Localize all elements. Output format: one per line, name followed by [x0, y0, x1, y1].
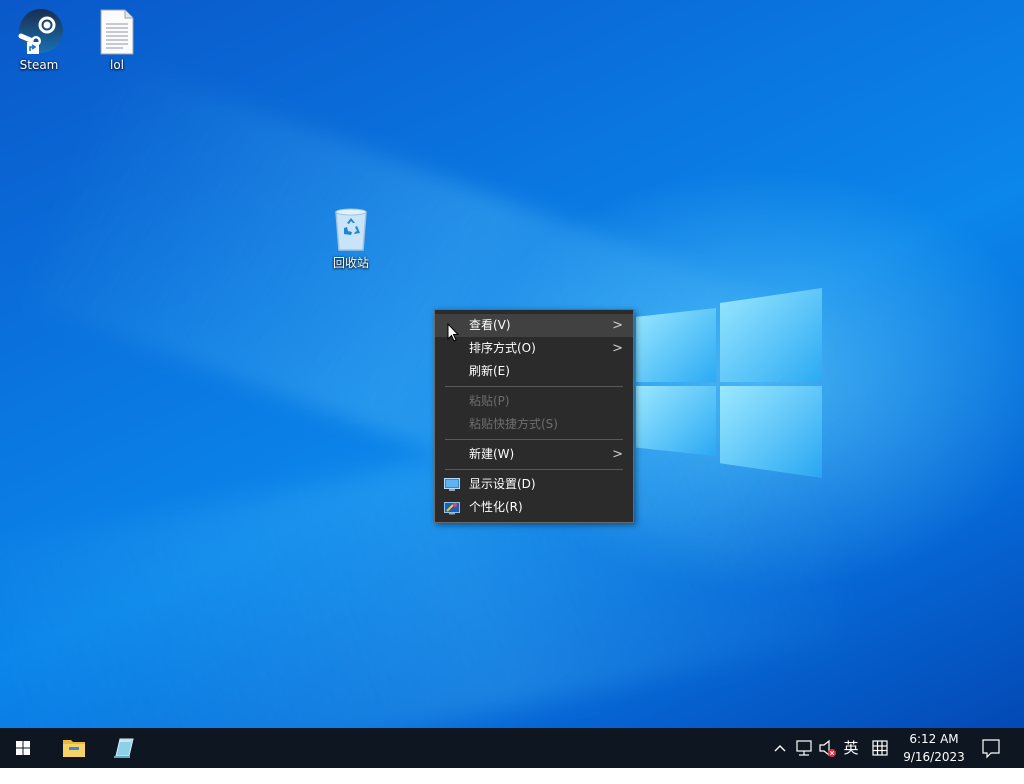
- menu-item-view[interactable]: 查看(V) >: [435, 314, 633, 337]
- recycle-bin-icon: [327, 206, 375, 254]
- desktop-icon-lol[interactable]: lol: [79, 8, 155, 72]
- text-file-icon: [93, 8, 141, 56]
- menu-item-label: 新建(W): [469, 447, 515, 461]
- menu-item-label: 显示设置(D): [469, 477, 536, 491]
- action-center-button[interactable]: [978, 728, 1004, 768]
- taskbar: 英 6:12 AM 9/16/2023: [0, 728, 1024, 768]
- ime-language-button[interactable]: 英: [840, 728, 862, 768]
- menu-item-sort-by[interactable]: 排序方式(O) >: [435, 337, 633, 360]
- menu-item-personalize[interactable]: 个性化(R): [435, 496, 633, 519]
- chevron-up-icon: [774, 745, 786, 752]
- mouse-cursor-icon: [447, 323, 459, 342]
- ime-grid-icon: [872, 740, 888, 756]
- desktop[interactable]: Steam lol 回收站 查看(V) > 排序方式(O) > 刷新(E) 粘贴…: [0, 0, 1024, 728]
- menu-item-new[interactable]: 新建(W) >: [435, 443, 633, 466]
- display-settings-icon: [444, 477, 460, 491]
- ime-mode-button[interactable]: [868, 728, 892, 768]
- taskbar-notepad[interactable]: [100, 728, 146, 768]
- file-explorer-icon: [63, 740, 85, 757]
- menu-item-paste-shortcut: 粘贴快捷方式(S): [435, 413, 633, 436]
- menu-item-label: 排序方式(O): [469, 341, 536, 355]
- menu-separator: [445, 469, 623, 470]
- network-tray-button[interactable]: [792, 728, 816, 768]
- volume-muted-icon: [819, 739, 836, 757]
- menu-separator: [445, 386, 623, 387]
- windows-start-icon: [16, 741, 30, 755]
- clock-date: 9/16/2023: [903, 750, 965, 764]
- desktop-icon-label: lol: [109, 58, 124, 72]
- menu-item-label: 个性化(R): [469, 500, 523, 514]
- show-hidden-icons-button[interactable]: [770, 728, 790, 768]
- taskbar-file-explorer[interactable]: [51, 728, 97, 768]
- clock-time: 6:12 AM: [909, 732, 959, 746]
- desktop-context-menu: 查看(V) > 排序方式(O) > 刷新(E) 粘贴(P) 粘贴快捷方式(S) …: [434, 309, 634, 523]
- menu-item-label: 查看(V): [469, 318, 511, 332]
- menu-item-label: 刷新(E): [469, 364, 510, 378]
- submenu-arrow-icon: >: [612, 447, 623, 462]
- submenu-arrow-icon: >: [612, 341, 623, 356]
- menu-separator: [445, 439, 623, 440]
- notepad-icon: [114, 738, 134, 758]
- menu-item-paste: 粘贴(P): [435, 390, 633, 413]
- menu-item-refresh[interactable]: 刷新(E): [435, 360, 633, 383]
- windows-logo-wallpaper: [636, 288, 826, 480]
- submenu-arrow-icon: >: [612, 318, 623, 333]
- taskbar-clock[interactable]: 6:12 AM 9/16/2023: [892, 730, 976, 766]
- menu-item-display-settings[interactable]: 显示设置(D): [435, 473, 633, 496]
- desktop-icon-label: 回收站: [332, 256, 369, 270]
- personalize-icon: [444, 500, 460, 515]
- start-button[interactable]: [0, 728, 46, 768]
- menu-item-label: 粘贴(P): [469, 394, 510, 408]
- desktop-icon-recycle-bin[interactable]: 回收站: [313, 206, 389, 270]
- menu-item-label: 粘贴快捷方式(S): [469, 417, 558, 431]
- volume-tray-button[interactable]: [816, 728, 840, 768]
- desktop-icon-label: Steam: [19, 58, 59, 72]
- desktop-icon-steam[interactable]: Steam: [1, 8, 77, 72]
- steam-icon: [15, 8, 63, 56]
- action-center-icon: [982, 739, 1000, 759]
- network-icon: [796, 740, 812, 756]
